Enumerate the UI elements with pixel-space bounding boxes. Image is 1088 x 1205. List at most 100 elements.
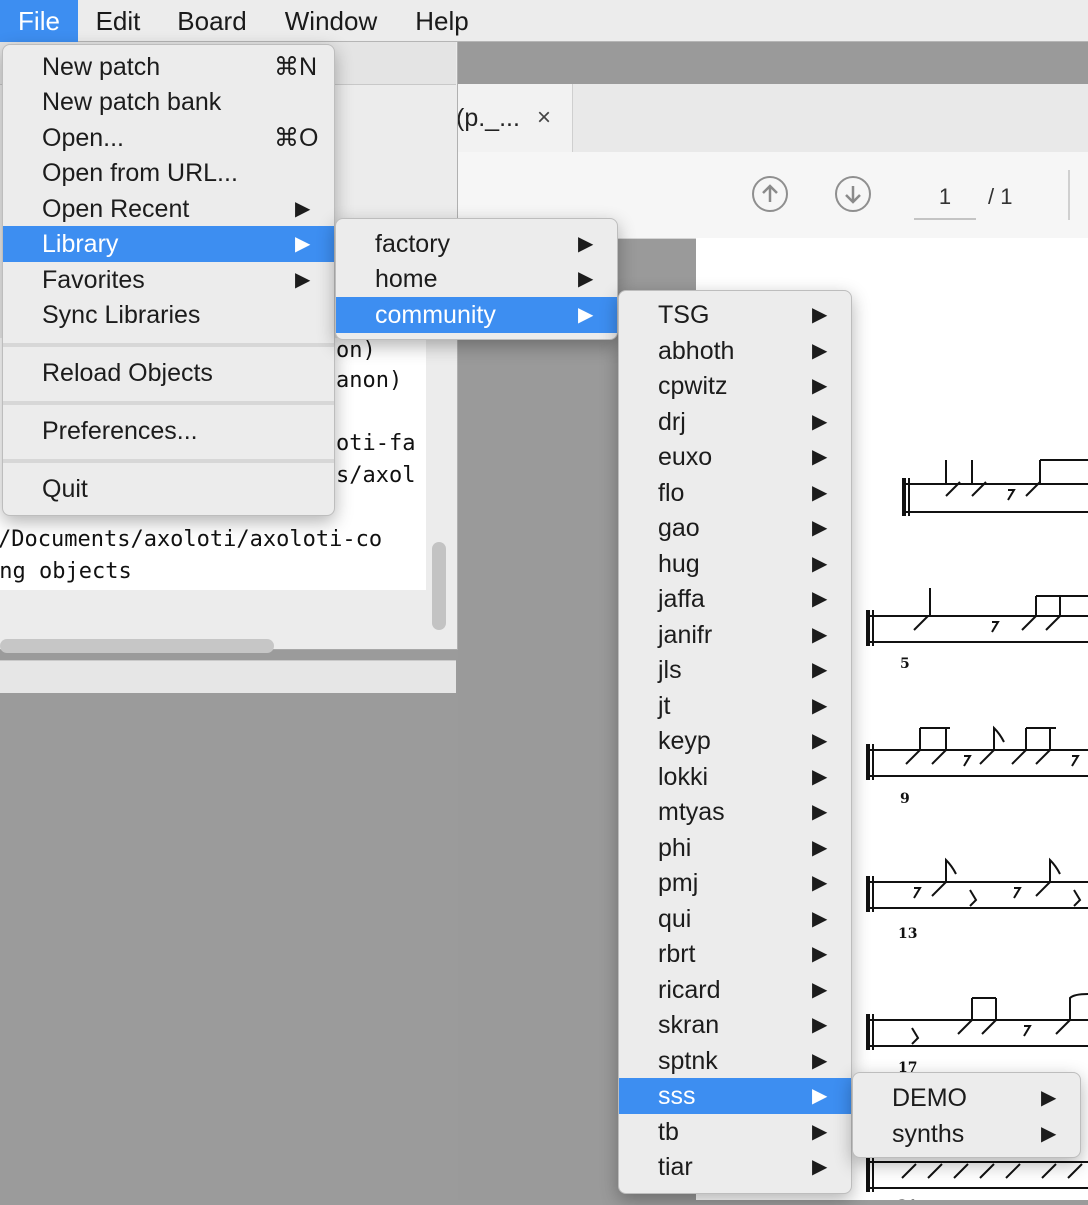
menu-item-tiar[interactable]: tiar ▶ [619,1149,851,1185]
submenu-arrow-icon: ▶ [578,233,594,255]
submenu-arrow-icon: ▶ [812,1120,828,1143]
previous-page-button[interactable] [752,176,788,212]
submenu-arrow-icon: ▶ [812,375,828,397]
menu-item-label: hug [658,549,700,578]
menu-item-community[interactable]: community ▶ [336,297,617,333]
submenu-arrow-icon: ▶ [812,943,828,965]
measure-number: 9 [900,791,910,807]
menu-item-label: keyp [658,727,711,755]
menu-item-cpwitz[interactable]: cpwitz ▶ [619,368,851,404]
window-footer [0,660,456,693]
menu-item-label: rbrt [658,940,696,968]
menu-separator [3,343,334,347]
menu-item-factory[interactable]: factory ▶ [336,226,617,262]
submenu-arrow-icon: ▶ [1041,1087,1057,1109]
community-submenu: TSG ▶ abhoth ▶ cpwitz ▶ drj ▶ euxo ▶ flo ▶ gao ▶ hug ▶ j… [618,290,852,1194]
submenu-arrow-icon: ▶ [812,694,828,717]
menu-item-tb[interactable]: tb ▶ [619,1114,851,1150]
menu-item-gao[interactable]: gao ▶ [619,510,851,546]
menu-item-open-recent[interactable]: Open Recent ▶ [3,191,334,227]
menu-bar: File Edit Board Window Help [0,0,1088,42]
submenu-arrow-icon: ▶ [812,659,828,681]
menu-item-label: jaffa [658,585,705,613]
menu-item-sptnk[interactable]: sptnk ▶ [619,1043,851,1079]
menu-item-drj[interactable]: drj ▶ [619,404,851,440]
menu-item-sss[interactable]: sss ▶ [619,1078,851,1114]
menu-item-tsg[interactable]: TSG ▶ [619,297,851,333]
submenu-arrow-icon: ▶ [295,233,311,255]
vertical-scrollbar[interactable] [432,542,446,630]
menu-item-flo[interactable]: flo ▶ [619,475,851,511]
menu-item-label: jt [658,691,671,720]
console-line: anon) [336,368,403,393]
menu-help[interactable]: Help [402,0,482,42]
next-page-button[interactable] [835,176,871,212]
menu-item-janifr[interactable]: janifr ▶ [619,617,851,653]
menu-item-ricard[interactable]: ricard ▶ [619,972,851,1008]
menu-item-open-from-url[interactable]: Open from URL... [3,155,334,191]
menu-item-lokki[interactable]: lokki ▶ [619,759,851,795]
menu-item-sync-libraries[interactable]: Sync Libraries [3,297,334,333]
menu-item-label: jls [658,656,682,684]
submenu-arrow-icon: ▶ [812,517,828,539]
menu-item-preferences[interactable]: Preferences... [3,413,334,449]
menu-item-library[interactable]: Library ▶ [3,226,334,262]
menu-item-keyp[interactable]: keyp ▶ [619,723,851,759]
menu-item-euxo[interactable]: euxo ▶ [619,439,851,475]
menu-board[interactable]: Board [164,0,260,42]
menu-file[interactable]: File [0,0,78,42]
menu-item-jaffa[interactable]: jaffa ▶ [619,581,851,617]
menu-separator [3,401,334,405]
menu-item-qui[interactable]: qui ▶ [619,901,851,937]
pdf-tab-label[interactable]: (p._... [456,104,520,133]
submenu-arrow-icon: ▶ [812,1049,828,1072]
menu-item-jt[interactable]: jt ▶ [619,688,851,724]
submenu-arrow-icon: ▶ [812,1156,828,1178]
horizontal-scrollbar[interactable] [0,639,274,653]
menu-item-new-patch-bank[interactable]: New patch bank [3,84,334,120]
menu-item-label: abhoth [658,336,735,365]
menu-item-phi[interactable]: phi ▶ [619,830,851,866]
menu-window[interactable]: Window [274,0,388,42]
menu-item-label: flo [658,478,685,507]
menu-item-new-patch[interactable]: New patch ⌘N [3,49,334,85]
menu-item-demo[interactable]: DEMO ▶ [853,1080,1080,1116]
menu-item-mtyas[interactable]: mtyas ▶ [619,794,851,830]
menu-item-favorites[interactable]: Favorites ▶ [3,262,334,298]
menu-item-abhoth[interactable]: abhoth ▶ [619,333,851,369]
menu-item-home[interactable]: home ▶ [336,261,617,297]
menu-item-pmj[interactable]: pmj ▶ [619,865,851,901]
menu-item-label: TSG [658,301,710,329]
menu-item-synths[interactable]: synths ▶ [853,1116,1080,1152]
menu-item-rbrt[interactable]: rbrt ▶ [619,936,851,972]
menu-item-reload-objects[interactable]: Reload Objects [3,355,334,391]
submenu-arrow-icon: ▶ [295,198,311,220]
submenu-arrow-icon: ▶ [812,623,828,646]
menu-item-hug[interactable]: hug ▶ [619,546,851,582]
menu-item-label: gao [658,514,700,542]
submenu-arrow-icon: ▶ [812,1014,828,1036]
menu-item-label: janifr [658,620,713,649]
menu-item-label: ricard [658,975,721,1004]
menu-item-label: mtyas [658,798,725,826]
close-icon[interactable]: × [537,104,551,132]
menu-item-skran[interactable]: skran ▶ [619,1007,851,1043]
library-submenu: factory ▶ home ▶ community ▶ [335,218,618,340]
page-number-input[interactable]: 1 [914,178,976,220]
submenu-arrow-icon: ▶ [812,446,828,468]
menu-item-open[interactable]: Open... ⌘O [3,120,334,156]
submenu-arrow-icon: ▶ [812,836,828,859]
menu-item-label: sss [658,1082,696,1110]
console-line: s/axol [336,463,416,488]
console-line: ing objects [0,559,132,584]
toolbar-divider [1068,170,1070,220]
menu-item-jls[interactable]: jls ▶ [619,652,851,688]
menu-item-quit[interactable]: Quit [3,471,334,507]
menu-edit[interactable]: Edit [82,0,154,42]
submenu-arrow-icon: ▶ [812,410,828,433]
menu-item-label: euxo [658,443,713,471]
submenu-arrow-icon: ▶ [812,1085,828,1107]
submenu-arrow-icon: ▶ [812,552,828,575]
submenu-arrow-icon: ▶ [578,304,594,326]
menu-item-label: qui [658,904,692,933]
